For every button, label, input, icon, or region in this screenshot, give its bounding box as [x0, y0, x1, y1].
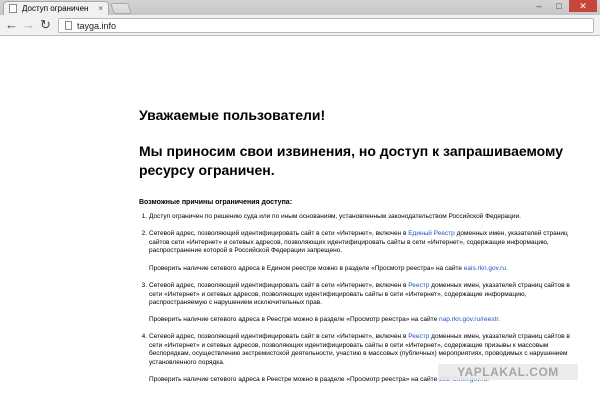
tab-title: Доступ ограничен — [22, 4, 89, 13]
registry-link[interactable]: Реестр — [408, 282, 429, 289]
reason-text: Сетевой адрес, позволяющий идентифициров… — [149, 230, 409, 237]
reason-text: Доступ ограничен по решению суда или по … — [149, 213, 521, 220]
reason-item: 4. Сетевой адрес, позволяющий идентифици… — [142, 333, 581, 367]
check-text: Проверить наличие сетевого адреса в Един… — [149, 265, 464, 272]
check-link[interactable]: eais.rkn.gov.ru. — [464, 265, 508, 272]
page-subheading: Мы приносим свои извинения, но доступ к … — [139, 143, 563, 178]
reason-item: 2. Сетевой адрес, позволяющий идентифици… — [142, 230, 581, 256]
registry-link[interactable]: Единый Реестр — [408, 230, 455, 237]
window-controls: – □ ✕ — [529, 0, 597, 12]
reasons-title: Возможные причины ограничения доступа: — [139, 199, 293, 206]
page-icon — [65, 21, 72, 30]
new-tab-button[interactable] — [109, 3, 133, 14]
registry-link[interactable]: Реестр — [408, 333, 429, 340]
reason-number: 1. — [141, 213, 147, 220]
minimize-button[interactable]: – — [529, 0, 549, 12]
reason-number: 3. — [141, 282, 147, 289]
site-watermark: YAPLAKAL.COM — [438, 364, 578, 380]
reload-icon[interactable]: ↻ — [40, 17, 51, 33]
back-arrow-icon[interactable]: ← — [5, 17, 18, 33]
page-favicon-icon — [9, 4, 17, 13]
page-heading: Уважаемые пользователи! — [139, 107, 326, 123]
reason-item: 3. Сетевой адрес, позволяющий идентифици… — [142, 282, 581, 308]
close-window-button[interactable]: ✕ — [569, 0, 597, 12]
reason-text: Сетевой адрес, позволяющий идентифициров… — [149, 333, 409, 340]
address-bar[interactable]: tayga.info — [58, 18, 594, 33]
check-link[interactable]: nap.rkn.gov.ru/reestr. — [439, 316, 500, 323]
reason-number: 2. — [141, 230, 147, 237]
reason-item: 1. Доступ ограничен по решению суда или … — [142, 213, 581, 222]
browser-toolbar: ← → ↻ tayga.info — [0, 15, 600, 36]
tab-close-icon[interactable]: × — [98, 3, 103, 14]
maximize-button[interactable]: □ — [549, 0, 569, 12]
browser-tab[interactable]: Доступ ограничен × — [3, 1, 109, 15]
reason-number: 4. — [141, 333, 147, 340]
forward-arrow-icon[interactable]: → — [22, 17, 35, 33]
browser-titlebar: Доступ ограничен × – □ ✕ — [0, 0, 600, 15]
reason-text: Сетевой адрес, позволяющий идентифициров… — [149, 282, 409, 289]
check-note: Проверить наличие сетевого адреса в Един… — [149, 265, 508, 274]
check-note: Проверить наличие сетевого адреса в Реес… — [149, 316, 500, 325]
check-text: Проверить наличие сетевого адреса в Реес… — [149, 316, 439, 323]
check-text: Проверить наличие сетевого адреса в Реес… — [149, 376, 439, 383]
url-text[interactable]: tayga.info — [77, 20, 116, 32]
